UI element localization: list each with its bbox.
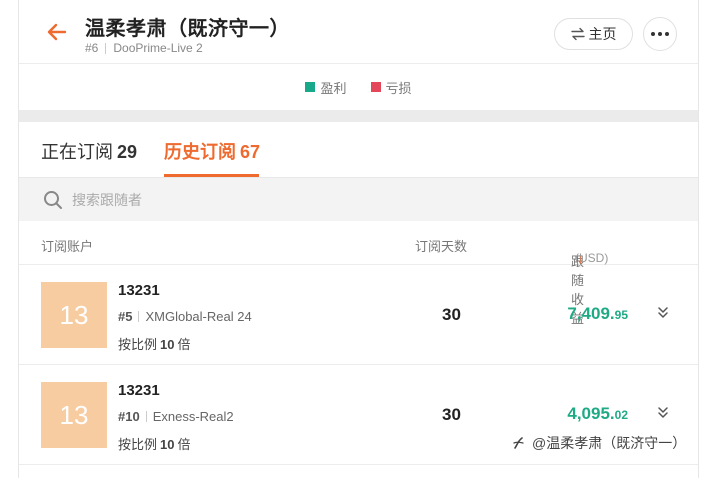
divider xyxy=(138,311,140,322)
ratio-value: 10 xyxy=(160,337,175,352)
account-name: 13231 xyxy=(118,282,160,299)
ratio-suffix: 倍 xyxy=(177,337,191,352)
chart-legend: 盈利 亏损 xyxy=(19,64,698,110)
account-broker: #10 Exness-Real2 xyxy=(118,409,234,424)
watermark: @温柔孝肃（既济守一） xyxy=(512,433,686,453)
legend-loss-label: 亏损 xyxy=(385,80,412,96)
search-bar xyxy=(19,178,698,221)
watermark-text: @温柔孝肃（既济守一） xyxy=(532,435,687,451)
account-name: 13231 xyxy=(118,382,160,399)
arrow-left-icon xyxy=(47,23,67,41)
trader-account: DooPrime-Live 2 xyxy=(113,41,203,55)
chevron-double-down-icon[interactable] xyxy=(655,305,671,321)
home-button-label: 主页 xyxy=(588,26,617,42)
trader-rank: #6 xyxy=(85,41,99,55)
tab-label: 正在订阅 xyxy=(41,142,113,162)
page-frame: 温柔孝肃（既济守一） #6 DooPrime-Live 2 主页 盈利 亏损 正… xyxy=(18,0,699,478)
column-account: 订阅账户 xyxy=(41,239,94,254)
subscription-tabs: 正在订阅 29 历史订阅 67 xyxy=(19,122,698,178)
ratio-value: 10 xyxy=(160,437,175,452)
page-header: 温柔孝肃（既济守一） #6 DooPrime-Live 2 主页 xyxy=(19,0,698,64)
swap-icon xyxy=(570,27,585,41)
divider xyxy=(105,42,107,54)
avatar: 13 xyxy=(41,282,107,348)
table-row[interactable]: 13 13231 #5 XMGlobal-Real 24 按比例 10 倍 30 7… xyxy=(19,265,698,365)
home-button[interactable]: 主页 xyxy=(554,18,633,50)
account-broker: #5 XMGlobal-Real 24 xyxy=(118,309,252,324)
account-rank: #5 xyxy=(118,309,133,324)
tab-current-subscriptions[interactable]: 正在订阅 29 xyxy=(41,138,137,164)
ratio-prefix: 按比例 xyxy=(118,337,158,352)
sort-down-icon: ↓ xyxy=(577,251,584,266)
subscription-days: 30 xyxy=(442,405,461,424)
legend-loss: 亏损 xyxy=(370,78,412,97)
more-button[interactable] xyxy=(643,17,677,51)
profit-swatch xyxy=(305,82,316,92)
trader-subtitle: #6 DooPrime-Live 2 xyxy=(85,41,203,55)
tab-count: 29 xyxy=(117,142,138,162)
search-icon xyxy=(44,190,62,209)
broker-name: XMGlobal-Real 24 xyxy=(145,309,252,324)
follow-profit: 4,095.02 xyxy=(567,404,628,424)
column-days: 订阅天数 xyxy=(415,239,468,254)
page-title: 温柔孝肃（既济守一） xyxy=(85,18,290,40)
loss-swatch xyxy=(370,82,381,92)
table-header: 订阅账户 订阅天数 跟随收益 (USD) ↓ xyxy=(19,221,698,326)
broker-name: Exness-Real2 xyxy=(152,409,234,424)
tab-label: 历史订阅 xyxy=(164,142,236,162)
avatar: 13 xyxy=(41,382,107,448)
active-tab-indicator xyxy=(164,174,259,177)
legend-profit-label: 盈利 xyxy=(320,80,347,96)
copy-ratio: 按比例 10 倍 xyxy=(118,334,191,353)
chevron-double-down-icon[interactable] xyxy=(655,405,671,421)
more-dots-icon xyxy=(650,32,671,36)
profit-decimal: 02 xyxy=(614,408,628,422)
tab-history-subscriptions[interactable]: 历史订阅 67 xyxy=(164,138,260,164)
search-input[interactable] xyxy=(72,191,472,208)
ratio-prefix: 按比例 xyxy=(118,437,158,452)
follow-profit: 7,409.95 xyxy=(567,304,628,324)
ratio-suffix: 倍 xyxy=(177,437,191,452)
subscription-days: 30 xyxy=(442,305,461,324)
divider xyxy=(145,411,147,422)
copy-ratio: 按比例 10 倍 xyxy=(118,434,191,453)
back-button[interactable] xyxy=(45,20,69,44)
profit-integer: 7,409. xyxy=(567,304,615,323)
tab-count: 67 xyxy=(240,142,261,162)
profit-integer: 4,095. xyxy=(567,404,615,423)
watermark-logo-icon xyxy=(513,437,524,449)
profit-decimal: 95 xyxy=(614,308,628,322)
section-divider xyxy=(19,110,698,122)
legend-profit: 盈利 xyxy=(305,78,347,97)
account-rank: #10 xyxy=(118,409,140,424)
